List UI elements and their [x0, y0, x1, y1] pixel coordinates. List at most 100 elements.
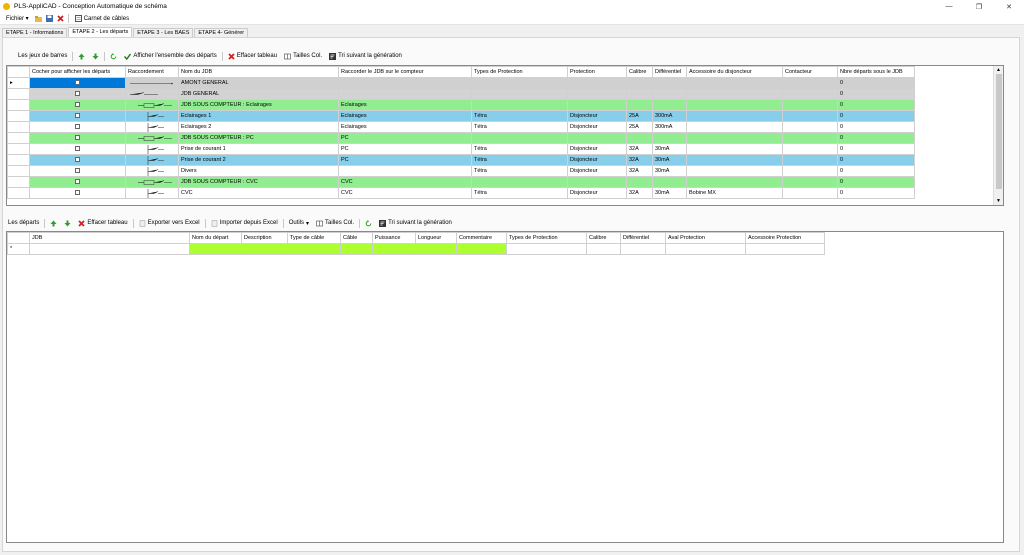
cell-differentiel[interactable] — [620, 243, 666, 255]
cell-contacteur[interactable] — [782, 77, 838, 89]
cell-cocher[interactable] — [29, 77, 126, 89]
cell-contacteur[interactable] — [782, 132, 838, 144]
move-up-button[interactable] — [76, 53, 87, 60]
row-header[interactable] — [7, 154, 30, 166]
maximize-button[interactable]: ❐ — [964, 0, 994, 13]
col-header-nbre-departs[interactable]: Nbre départs sous le JDB — [837, 66, 915, 78]
display-checkbox[interactable] — [75, 134, 80, 140]
minimize-button[interactable]: — — [934, 0, 964, 13]
cell-protection[interactable]: Disjoncteur — [567, 110, 627, 122]
col-header-commentaire[interactable]: Commentaire — [456, 232, 507, 244]
cell-nbre-departs[interactable]: 0 — [837, 99, 915, 111]
cell-nbre-departs[interactable]: 0 — [837, 132, 915, 144]
cell-cocher[interactable] — [29, 110, 126, 122]
cell-contacteur[interactable] — [782, 99, 838, 111]
cell-nom-jdb[interactable]: Prise de courant 1 — [178, 143, 339, 155]
row-header[interactable]: ▸ — [7, 77, 30, 89]
cell-protection[interactable]: Disjoncteur — [567, 165, 627, 177]
cell-differentiel[interactable] — [652, 132, 687, 144]
cell-nom-jdb[interactable]: Eclairages 1 — [178, 110, 339, 122]
cell-raccorder[interactable]: CVC — [338, 187, 472, 199]
cell-accessoire[interactable]: Bobine MX — [686, 187, 783, 199]
col-header-protection[interactable]: Protection — [567, 66, 627, 78]
cell-protection[interactable]: Disjoncteur — [567, 143, 627, 155]
open-folder-icon[interactable] — [34, 15, 42, 22]
jdb-row[interactable]: Prise de courant 1 PC Tétra Disjoncteur 32A 3… — [7, 143, 915, 155]
cell-nom-jdb[interactable]: JDB SOUS COMPTEUR : Eclairages — [178, 99, 339, 111]
jdb-row[interactable]: JDB SOUS COMPTEUR : Eclairages Eclairages… — [7, 99, 915, 111]
cell-jdb[interactable] — [29, 243, 190, 255]
cell-nom-jdb[interactable]: CVC — [178, 187, 339, 199]
cell-raccorder[interactable]: CVC — [338, 176, 472, 188]
col-header-contacteur[interactable]: Contacteur — [782, 66, 838, 78]
cell-contacteur[interactable] — [782, 187, 838, 199]
cell-protection[interactable] — [567, 88, 627, 100]
display-checkbox[interactable] — [75, 79, 80, 85]
cell-protection[interactable] — [567, 77, 627, 89]
cell-accessoire[interactable] — [686, 165, 783, 177]
col-header-longueur[interactable]: Longueur — [415, 232, 457, 244]
row-header[interactable] — [7, 187, 30, 199]
importer-excel-button[interactable]: Importer depuis Excel — [209, 219, 280, 227]
refresh-button[interactable] — [108, 52, 119, 60]
cell-aval-protection[interactable] — [665, 243, 746, 255]
cell-cable[interactable] — [340, 243, 373, 255]
cell-differentiel[interactable] — [652, 88, 687, 100]
cell-nbre-departs[interactable]: 0 — [837, 143, 915, 155]
tab-etape-2[interactable]: ETAPE 2 - Les départs — [68, 27, 133, 37]
cell-differentiel[interactable]: 30mA — [652, 187, 687, 199]
cell-nbre-departs[interactable]: 0 — [837, 121, 915, 133]
col-header-type-cable[interactable]: Type de câble — [287, 232, 341, 244]
row-header[interactable] — [7, 121, 30, 133]
cell-raccorder[interactable]: Eclairages — [338, 121, 472, 133]
cell-nom-jdb[interactable]: JDB SOUS COMPTEUR : PC — [178, 132, 339, 144]
cell-nom-jdb[interactable]: JDB SOUS COMPTEUR : CVC — [178, 176, 339, 188]
cell-raccorder[interactable] — [338, 165, 472, 177]
cell-nbre-departs[interactable]: 0 — [837, 154, 915, 166]
row-header[interactable] — [7, 176, 30, 188]
cell-cocher[interactable] — [29, 154, 126, 166]
cell-differentiel[interactable] — [652, 99, 687, 111]
cell-differentiel[interactable]: 300mA — [652, 121, 687, 133]
cell-nom-jdb[interactable]: Prise de courant 2 — [178, 154, 339, 166]
cell-types-protection[interactable]: Tétra — [471, 110, 568, 122]
display-checkbox[interactable] — [75, 90, 80, 96]
cell-longueur[interactable] — [415, 243, 457, 255]
row-header[interactable] — [7, 132, 30, 144]
jdb-row[interactable]: CVC CVC Tétra Disjoncteur 32A 30mA Bobine MX 0 — [7, 187, 915, 199]
cell-contacteur[interactable] — [782, 176, 838, 188]
cell-cocher[interactable] — [29, 176, 126, 188]
scroll-down-icon[interactable]: ▼ — [996, 198, 1001, 204]
cell-raccorder[interactable]: PC — [338, 132, 472, 144]
cell-protection[interactable] — [567, 132, 627, 144]
tailles-col-button[interactable]: Tailles Col. — [282, 53, 324, 60]
cell-accessoire[interactable] — [686, 154, 783, 166]
cell-cocher[interactable] — [29, 143, 126, 155]
cell-differentiel[interactable] — [652, 77, 687, 89]
cell-calibre[interactable]: 32A — [626, 154, 653, 166]
cell-accessoire[interactable] — [686, 121, 783, 133]
col-header-differentiel-2[interactable]: Différentiel — [620, 232, 666, 244]
move-up-button[interactable] — [48, 220, 59, 227]
cell-calibre[interactable]: 32A — [626, 187, 653, 199]
col-header-raccordement[interactable]: Raccordement — [125, 66, 179, 78]
col-header-accessoire-protection[interactable]: Accessoire Protection — [745, 232, 825, 244]
display-checkbox[interactable] — [75, 156, 80, 162]
refresh-button-2[interactable] — [363, 219, 374, 227]
menu-carnet[interactable]: Carnet de câbles — [73, 15, 131, 22]
cell-nbre-departs[interactable]: 0 — [837, 110, 915, 122]
cell-calibre[interactable]: 32A — [626, 165, 653, 177]
cell-cocher[interactable] — [29, 99, 126, 111]
col-header-raccorder[interactable]: Raccorder le JDB sur le compteur — [338, 66, 472, 78]
cell-contacteur[interactable] — [782, 154, 838, 166]
cell-differentiel[interactable]: 30mA — [652, 143, 687, 155]
cell-raccorder[interactable]: Eclairages — [338, 110, 472, 122]
cell-protection[interactable]: Disjoncteur — [567, 121, 627, 133]
cell-types-protection[interactable]: Tétra — [471, 121, 568, 133]
cell-protection[interactable] — [567, 176, 627, 188]
cell-calibre[interactable] — [626, 77, 653, 89]
cell-raccorder[interactable] — [338, 88, 472, 100]
cell-types-protection[interactable] — [471, 176, 568, 188]
cell-nom-jdb[interactable]: Divers — [178, 165, 339, 177]
cell-cocher[interactable] — [29, 121, 126, 133]
